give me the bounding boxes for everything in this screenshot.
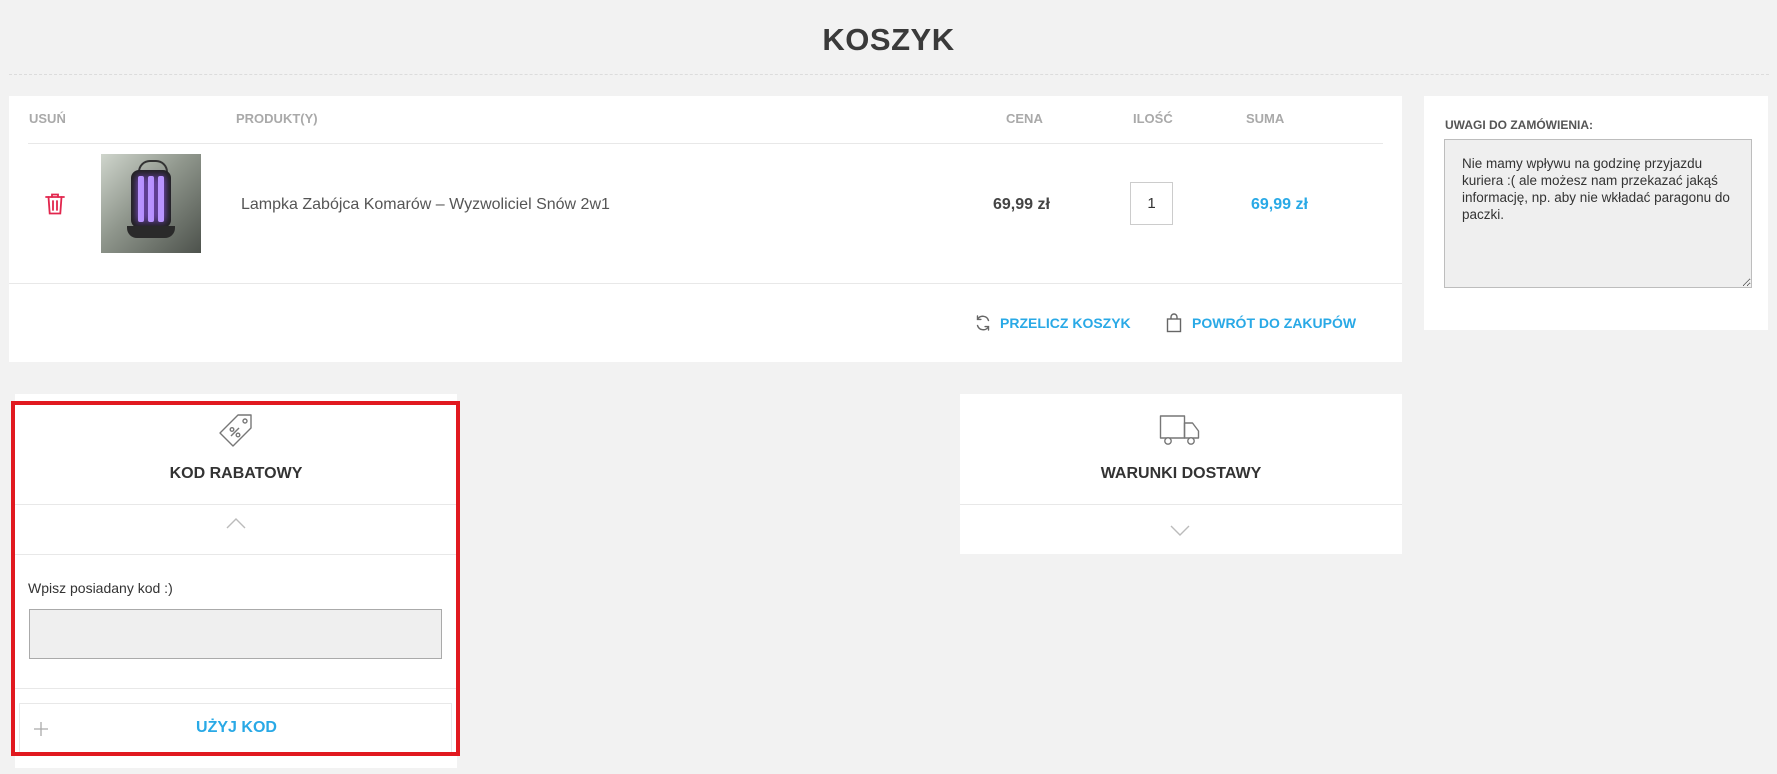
header-product: PRODUKT(Y) [236,111,318,126]
lamp-glow [148,176,154,222]
product-name[interactable]: Lampka Zabójca Komarów – Wyzwoliciel Snó… [241,196,610,214]
product-image[interactable] [101,154,201,253]
recalculate-cart-link[interactable]: PRZELICZ KOSZYK [1000,315,1131,331]
product-total: 69,99 zł [1251,196,1308,213]
trash-icon[interactable] [44,192,66,216]
chevron-down-icon[interactable] [1170,525,1190,537]
header-divider [28,143,1383,144]
lamp-glow [158,176,164,222]
header-total: SUMA [1246,111,1285,126]
shipping-title: WARUNKI DOSTAWY [1100,465,1262,482]
order-notes-label: UWAGI DO ZAMÓWIENIA: [1445,118,1593,132]
header-remove: USUŃ [29,111,66,126]
product-price: 69,99 zł [993,196,1050,213]
shopping-bag-icon[interactable] [1166,313,1182,333]
title-divider [9,74,1769,75]
shipping-divider [960,504,1402,505]
quantity-input[interactable] [1130,182,1173,225]
refresh-icon[interactable] [974,314,992,332]
lamp-glow [138,176,144,222]
row-divider [9,283,1402,284]
order-notes-textarea[interactable]: Nie mamy wpływu na godzinę przyjazdu kur… [1444,139,1752,288]
highlight-frame [11,401,460,756]
lamp-base [127,226,175,238]
header-price: CENA [1006,111,1043,126]
page-title: KOSZYK [822,22,955,57]
back-to-shopping-link[interactable]: POWRÓT DO ZAKUPÓW [1192,315,1356,331]
header-quantity: ILOŚĆ [1133,111,1173,126]
truck-icon [1159,415,1200,445]
